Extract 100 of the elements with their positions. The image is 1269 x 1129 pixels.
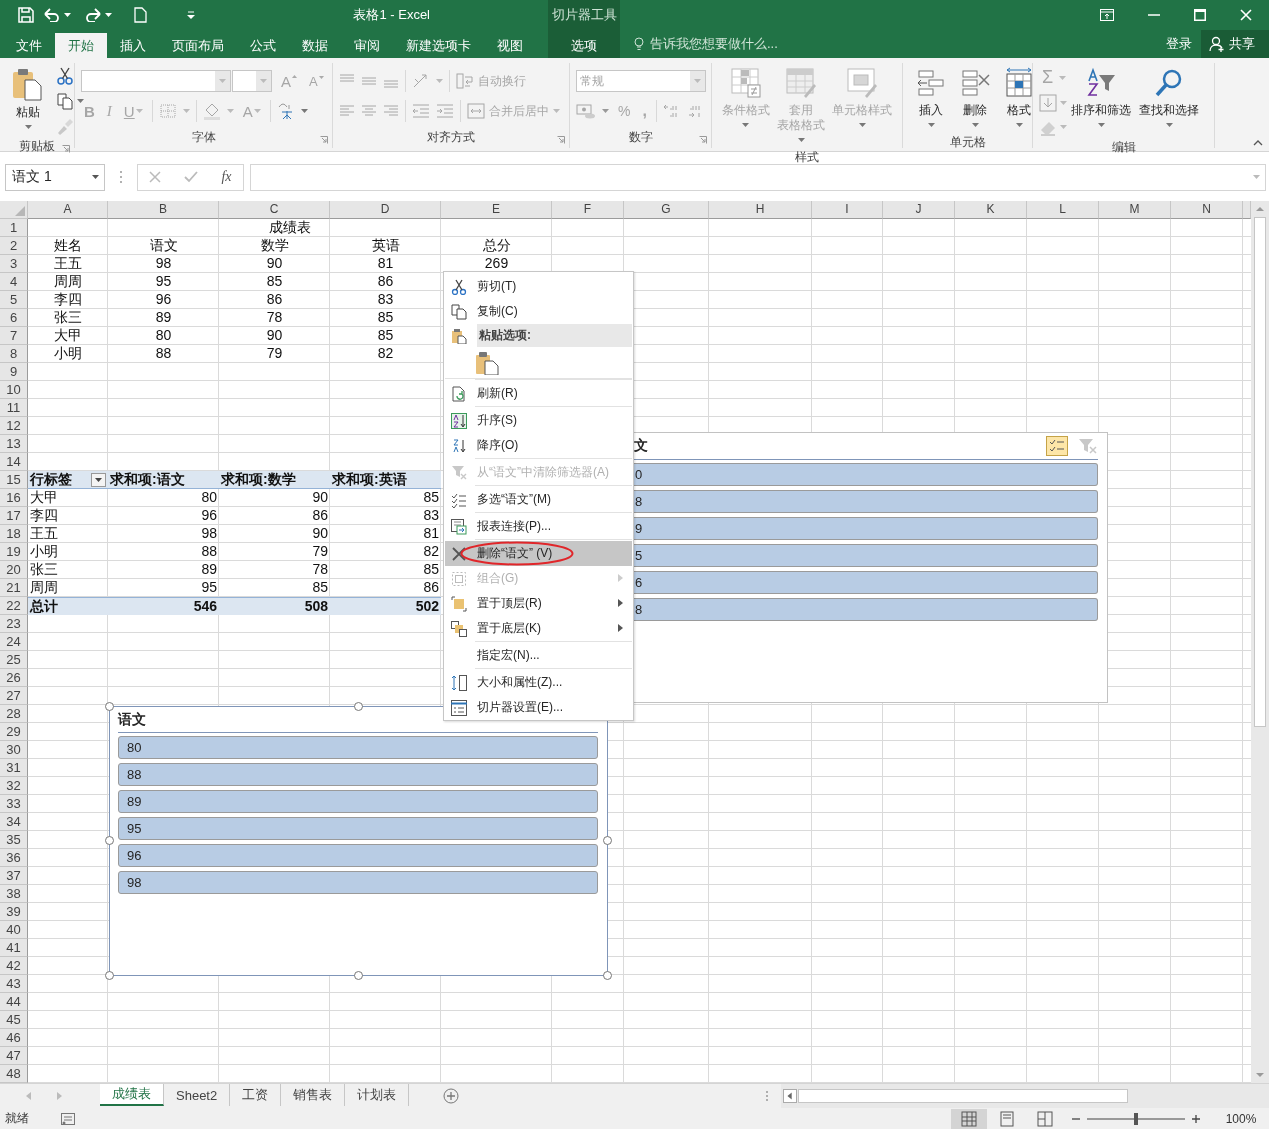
row-header[interactable]: 19 <box>0 543 28 561</box>
row-header[interactable]: 34 <box>0 813 28 831</box>
menu-item[interactable]: 删除“语文” (V) <box>445 541 632 566</box>
row-header[interactable]: 12 <box>0 417 28 435</box>
increase-indent-icon[interactable] <box>436 103 454 119</box>
scroll-thumb[interactable] <box>798 1089 1128 1103</box>
menu-item[interactable]: 置于顶层(R) <box>445 591 632 616</box>
resize-handle[interactable] <box>105 836 114 845</box>
select-all-icon[interactable] <box>15 206 25 216</box>
slicer-item[interactable]: 6 <box>634 571 1098 594</box>
row-header[interactable]: 38 <box>0 885 28 903</box>
row-header[interactable]: 7 <box>0 327 28 345</box>
row-header[interactable]: 29 <box>0 723 28 741</box>
menu-item[interactable]: 报表连接(P)... <box>445 514 632 539</box>
ribbon-button[interactable]: 删除 <box>953 65 997 131</box>
column-header[interactable]: M <box>1099 201 1171 219</box>
next-sheet-icon[interactable] <box>56 1092 62 1100</box>
column-header[interactable]: B <box>108 201 219 219</box>
column-header[interactable]: J <box>883 201 955 219</box>
row-header[interactable]: 47 <box>0 1047 28 1065</box>
row-header[interactable]: 28 <box>0 705 28 723</box>
row-header[interactable]: 27 <box>0 687 28 705</box>
menu-item[interactable]: 大小和属性(Z)... <box>445 670 632 695</box>
row-header[interactable]: 11 <box>0 399 28 417</box>
row-header[interactable]: 39 <box>0 903 28 921</box>
tell-me-search[interactable]: 告诉我您想要做什么... <box>620 35 1166 53</box>
multi-select-icon[interactable] <box>1046 436 1068 456</box>
collapse-ribbon-icon[interactable] <box>1253 140 1263 146</box>
decrease-indent-icon[interactable] <box>412 103 430 119</box>
menu-item[interactable]: 置于底层(K) <box>445 616 632 641</box>
fill-bucket-icon[interactable] <box>202 102 221 120</box>
column-header[interactable]: N <box>1171 201 1243 219</box>
dropdown-button[interactable] <box>256 71 271 91</box>
customize-menu-icon[interactable] <box>187 11 195 19</box>
column-header[interactable]: K <box>955 201 1027 219</box>
sheet-tab[interactable]: 计划表 <box>345 1084 410 1106</box>
row-header[interactable]: 48 <box>0 1065 28 1083</box>
slicer-item[interactable]: 98 <box>118 871 598 894</box>
maximize-icon[interactable] <box>1194 9 1206 21</box>
menu-item[interactable]: 降序(O) <box>445 433 632 458</box>
ribbon-tab[interactable]: 公式 <box>237 33 289 58</box>
sheet-tab[interactable]: 销售表 <box>281 1084 346 1106</box>
row-header[interactable]: 40 <box>0 921 28 939</box>
row-header[interactable]: 23 <box>0 615 28 633</box>
column-header[interactable]: H <box>709 201 812 219</box>
resize-handle[interactable] <box>353 702 363 711</box>
row-header[interactable]: 32 <box>0 777 28 795</box>
row-header[interactable]: 17 <box>0 507 28 525</box>
save-icon[interactable] <box>18 7 34 23</box>
slicer-item[interactable]: 88 <box>118 763 598 786</box>
scroll-left-icon[interactable] <box>783 1089 797 1103</box>
insert-function-button[interactable]: fx <box>221 169 232 185</box>
previous-sheet-icon[interactable] <box>26 1092 32 1100</box>
slicer-item[interactable]: 89 <box>118 790 598 813</box>
row-header[interactable]: 33 <box>0 795 28 813</box>
row-header[interactable]: 14 <box>0 453 28 471</box>
slicer-panel[interactable]: 文 0 8 9 5 6 8 <box>634 432 1108 703</box>
ribbon-tab[interactable]: 文件 <box>3 33 55 58</box>
row-header[interactable]: 10 <box>0 381 28 399</box>
row-header[interactable]: 41 <box>0 939 28 957</box>
slicer-item[interactable]: 8 <box>634 598 1098 621</box>
row-header[interactable]: 46 <box>0 1029 28 1047</box>
name-box[interactable]: 语文 1 <box>5 163 105 191</box>
sheet-tab[interactable]: 工资 <box>230 1084 282 1106</box>
checkmark-icon[interactable] <box>184 171 199 183</box>
add-sheet-icon[interactable] <box>443 1088 460 1104</box>
row-header[interactable]: 22 <box>0 597 28 615</box>
slicer-item[interactable]: 80 <box>118 736 598 759</box>
row-header[interactable]: 18 <box>0 525 28 543</box>
resize-handle[interactable] <box>105 971 114 980</box>
text-angle-icon[interactable] <box>412 73 430 89</box>
align-left-icon[interactable] <box>339 103 355 119</box>
font-name-field[interactable] <box>81 70 231 92</box>
slicer-item[interactable]: 5 <box>634 544 1098 567</box>
row-header[interactable]: 20 <box>0 561 28 579</box>
row-header[interactable]: 8 <box>0 345 28 363</box>
scissors-icon[interactable] <box>56 67 74 85</box>
sheet-tab[interactable]: Sheet2 <box>164 1084 231 1106</box>
dialog-launcher-icon[interactable] <box>320 136 328 144</box>
scroll-thumb[interactable] <box>1254 217 1266 727</box>
row-header[interactable]: 15 <box>0 471 28 489</box>
slicer-item[interactable]: 8 <box>634 490 1098 513</box>
menu-item[interactable]: 复制(C) <box>445 299 632 324</box>
ribbon-tab[interactable]: 视图 <box>484 33 536 58</box>
paste-option-icon[interactable] <box>475 350 499 375</box>
ribbon-display-icon[interactable] <box>1100 9 1114 21</box>
ribbon-button[interactable]: 查找和选择 <box>1135 65 1203 131</box>
column-header[interactable] <box>1243 201 1251 219</box>
row-header[interactable]: 21 <box>0 579 28 597</box>
sheet-tab[interactable]: 成绩表 <box>100 1084 164 1106</box>
resize-handle[interactable] <box>603 836 612 845</box>
filter-dropdown-button[interactable] <box>91 472 106 487</box>
paintbrush-icon[interactable] <box>56 117 74 135</box>
row-header[interactable]: 43 <box>0 975 28 993</box>
ribbon-button[interactable]: 插入 <box>909 65 953 131</box>
menu-item[interactable]: 多选“语文”(M) <box>445 487 632 512</box>
row-header[interactable]: 1 <box>0 219 28 237</box>
row-header[interactable]: 31 <box>0 759 28 777</box>
row-header[interactable]: 16 <box>0 489 28 507</box>
row-header[interactable]: 3 <box>0 255 28 273</box>
